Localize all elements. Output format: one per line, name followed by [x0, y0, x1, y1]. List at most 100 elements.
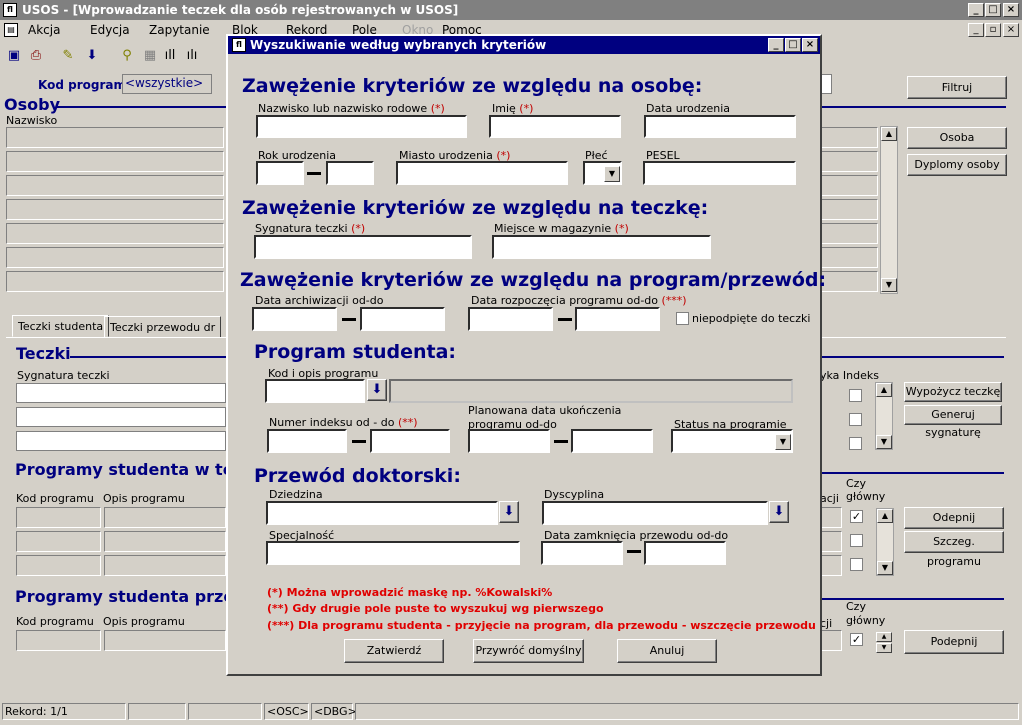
close-icon[interactable]: ×: [1003, 3, 1019, 17]
kod-programu-field[interactable]: <wszystkie>: [122, 74, 212, 94]
program-row[interactable]: [16, 531, 101, 552]
przekaz-row-right[interactable]: [820, 630, 842, 651]
scroll-down-icon[interactable]: ▼: [881, 278, 897, 292]
tab-teczki-studenta[interactable]: Teczki studenta: [12, 315, 110, 337]
rok-do-input[interactable]: [326, 161, 374, 185]
data-rozp-od-input[interactable]: [468, 307, 553, 331]
dziedzina-input[interactable]: [266, 501, 498, 525]
planowana-do-input[interactable]: [571, 429, 653, 453]
data-arch-do-input[interactable]: [360, 307, 445, 331]
przywroc-domyslny-button[interactable]: Przywróć domyślny: [473, 639, 584, 663]
sygnatura-input[interactable]: [254, 235, 472, 259]
dyplomy-osoby-button[interactable]: Dyplomy osoby: [907, 154, 1007, 176]
glowny-checkbox[interactable]: [850, 534, 863, 547]
wypozycz-teczke-button[interactable]: Wypożycz teczkę: [904, 382, 1002, 402]
osoby-row-right[interactable]: [820, 223, 878, 244]
grid-icon[interactable]: ▦: [140, 46, 160, 66]
specjalnosc-input[interactable]: [266, 541, 520, 565]
doc-restore-icon[interactable]: ▫: [985, 23, 1001, 37]
download-arrow-icon[interactable]: ⬇: [769, 501, 789, 523]
kod-programu-input[interactable]: [265, 379, 365, 403]
chevron-down-icon[interactable]: ▼: [775, 434, 791, 450]
program-row-right[interactable]: [820, 507, 842, 528]
osoby-row-right[interactable]: [820, 247, 878, 268]
indeks-od-input[interactable]: [267, 429, 347, 453]
scroll-up-icon[interactable]: ▲: [881, 127, 897, 141]
osoby-row-right[interactable]: [820, 151, 878, 172]
scroll-up-icon[interactable]: ▲: [876, 383, 892, 397]
plec-select[interactable]: ▼: [583, 161, 622, 185]
bars-icon[interactable]: ıll: [160, 46, 180, 66]
doc-minimize-icon[interactable]: _: [968, 23, 984, 37]
download-icon[interactable]: ⬇: [82, 46, 102, 66]
osoby-row[interactable]: [6, 127, 224, 148]
indeks-checkbox[interactable]: [849, 437, 862, 450]
osoby-row[interactable]: [6, 223, 224, 244]
data-arch-od-input[interactable]: [252, 307, 337, 331]
program-row-right[interactable]: [820, 531, 842, 552]
osoby-row-right[interactable]: [820, 175, 878, 196]
program-row[interactable]: [16, 507, 101, 528]
generuj-sygnature-button[interactable]: Generuj sygnaturę: [904, 405, 1002, 439]
bars2-icon[interactable]: ılı: [182, 46, 202, 66]
data-urodzenia-input[interactable]: [644, 115, 796, 138]
edit-icon[interactable]: ✎: [58, 46, 78, 66]
dialog-minimize-icon[interactable]: _: [768, 38, 784, 52]
osoby-row[interactable]: [6, 247, 224, 268]
program-row[interactable]: [104, 531, 226, 552]
program-row[interactable]: [104, 555, 226, 576]
zatwierdz-button[interactable]: Zatwierdź: [344, 639, 444, 663]
sygnatura-field[interactable]: [16, 431, 226, 451]
sygnatura-field[interactable]: [16, 383, 226, 403]
dyscyplina-input[interactable]: [542, 501, 768, 525]
osoby-row[interactable]: [6, 199, 224, 220]
minimize-icon[interactable]: _: [968, 3, 984, 17]
scroll-down-icon[interactable]: ▼: [876, 643, 892, 653]
rok-od-input[interactable]: [256, 161, 304, 185]
tab-teczki-przewodu[interactable]: Teczki przewodu dr: [104, 316, 222, 338]
scroll-up-icon[interactable]: ▲: [877, 509, 893, 523]
print-icon[interactable]: ⎙: [26, 46, 46, 66]
indeks-checkbox[interactable]: [849, 389, 862, 402]
program-row[interactable]: [104, 507, 226, 528]
planowana-od-input[interactable]: [468, 429, 550, 453]
osoby-row[interactable]: [6, 175, 224, 196]
osoby-row-right[interactable]: [820, 127, 878, 148]
scroll-up-icon[interactable]: ▲: [876, 632, 892, 642]
imie-input[interactable]: [489, 115, 621, 138]
glowny-checkbox[interactable]: ✓: [850, 510, 863, 523]
sygnatura-field[interactable]: [16, 407, 226, 427]
query-icon[interactable]: ⚲: [117, 46, 137, 66]
indeks-do-input[interactable]: [370, 429, 450, 453]
menu-zapytanie[interactable]: Zapytanie: [149, 23, 210, 37]
dialog-maximize-icon[interactable]: □: [785, 38, 801, 52]
status-select[interactable]: ▼: [671, 429, 793, 453]
data-rozp-do-input[interactable]: [575, 307, 660, 331]
scroll-down-icon[interactable]: ▼: [877, 561, 893, 575]
dialog-close-icon[interactable]: ×: [802, 38, 818, 52]
osoby-row[interactable]: [6, 271, 224, 292]
data-zamk-do-input[interactable]: [644, 541, 726, 565]
download-arrow-icon[interactable]: ⬇: [367, 379, 387, 401]
scroll-down-icon[interactable]: ▼: [876, 435, 892, 449]
pesel-input[interactable]: [643, 161, 796, 185]
odepnij-button[interactable]: Odepnij: [904, 507, 1004, 529]
doc-close-icon[interactable]: ×: [1003, 23, 1019, 37]
chevron-down-icon[interactable]: ▼: [604, 166, 620, 182]
osoby-row-right[interactable]: [820, 271, 878, 292]
teczki-scrollbar[interactable]: ▲ ▼: [875, 382, 893, 450]
indeks-checkbox[interactable]: [849, 413, 862, 426]
glowny-checkbox[interactable]: [850, 558, 863, 571]
niepodpiete-checkbox[interactable]: [676, 312, 689, 325]
podepnij-button[interactable]: Podepnij: [904, 630, 1004, 654]
menu-edycja[interactable]: Edycja: [90, 23, 130, 37]
przekaz-row[interactable]: [16, 630, 101, 651]
glowny-checkbox[interactable]: ✓: [850, 633, 863, 646]
program-row-right[interactable]: [820, 555, 842, 576]
szczeg-programu-button[interactable]: Szczeg. programu: [904, 531, 1004, 568]
save-icon[interactable]: ▣: [4, 46, 24, 66]
maximize-icon[interactable]: □: [985, 3, 1001, 17]
menu-akcja[interactable]: Akcja: [28, 23, 60, 37]
download-arrow-icon[interactable]: ⬇: [499, 501, 519, 523]
przekaz-row[interactable]: [104, 630, 226, 651]
